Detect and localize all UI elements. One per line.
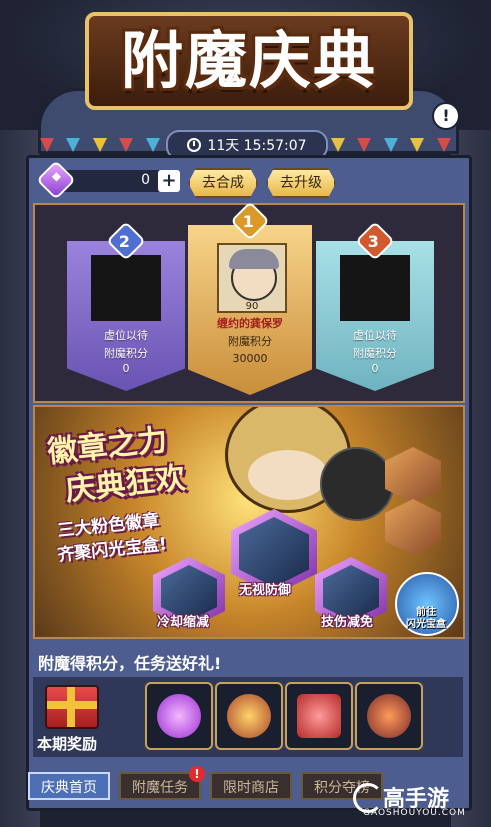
score-value: 0 xyxy=(371,362,379,375)
red-badge-icon xyxy=(367,694,411,738)
currency-bar: 0 + xyxy=(36,160,180,200)
avatar-slot-empty xyxy=(91,255,161,321)
ranking-podium: 2 虚位以待 附魔积分 0 90 1 缠约的龚保罗 附魔积分 30000 3 虚… xyxy=(33,201,465,403)
gold-badge-icon xyxy=(227,694,271,738)
rank-card-3[interactable]: 3 虚位以待 附魔积分 0 xyxy=(316,221,434,391)
player-name: 虚位以待 xyxy=(353,329,397,342)
badge-label: 冷却缩减 xyxy=(157,615,210,630)
watermark: 高手游 GAOSHOUYOU.COM xyxy=(353,781,483,821)
info-button[interactable]: ! xyxy=(432,102,460,130)
tab-home[interactable]: 庆典首页 xyxy=(28,772,110,800)
side-badge-icon xyxy=(385,499,441,555)
chest-icon xyxy=(297,694,341,738)
player-name: 虚位以待 xyxy=(104,329,148,342)
player-level: 90 xyxy=(245,301,259,312)
score-value: 0 xyxy=(122,362,130,375)
countdown-text: 11天 15:57:07 xyxy=(207,138,307,154)
reward-slogan: 附魔得积分，任务送好礼! xyxy=(38,654,222,673)
pink-badge-icon xyxy=(157,694,201,738)
event-banner[interactable]: 徽章之力 庆典狂欢 三大粉色徽章 齐聚闪光宝盒! 冷却缩减 无视防御 技伤减免 … xyxy=(33,405,465,639)
currency-value: 0 xyxy=(141,172,150,188)
score-label: 附魔积分 xyxy=(104,347,148,360)
score-label: 附魔积分 xyxy=(353,347,397,360)
compose-button[interactable]: 去合成 xyxy=(188,168,258,198)
page-title: 附魔庆典 xyxy=(85,12,413,110)
reward-item[interactable] xyxy=(285,682,353,750)
player-avatar-icon xyxy=(229,249,279,301)
rank-card-1[interactable]: 90 1 缠约的龚保罗 附魔积分 30000 xyxy=(188,201,312,395)
black-cat-illustration xyxy=(320,447,394,521)
gift-box-icon xyxy=(45,685,99,729)
badge-label: 技伤减免 xyxy=(321,615,374,630)
reward-item[interactable] xyxy=(355,682,423,750)
reward-item[interactable] xyxy=(215,682,283,750)
side-badge-icon xyxy=(385,447,441,503)
upgrade-button[interactable]: 去升级 xyxy=(266,168,336,198)
add-currency-button[interactable]: + xyxy=(158,170,180,192)
tab-shop[interactable]: 限时商店 xyxy=(210,772,292,800)
avatar-slot-empty xyxy=(340,255,410,321)
reward-label: 本期奖励 xyxy=(37,735,98,753)
flash-box-label: 前往 闪光宝盒 xyxy=(406,607,446,630)
header: 附魔庆典 11天 15:57:07 ! xyxy=(0,0,491,170)
reward-item[interactable] xyxy=(145,682,213,750)
watermark-url: GAOSHOUYOU.COM xyxy=(363,808,466,818)
notification-badge: ! xyxy=(189,766,205,782)
reward-panel: 本期奖励 xyxy=(33,677,463,757)
score-value: 30000 xyxy=(232,352,268,365)
score-label: 附魔积分 xyxy=(228,335,272,348)
badge-label: 无视防御 xyxy=(239,583,292,598)
rank-card-2[interactable]: 2 虚位以待 附魔积分 0 xyxy=(67,221,185,391)
player-name: 缠约的龚保罗 xyxy=(217,317,283,330)
clock-icon xyxy=(187,138,202,152)
avatar[interactable]: 90 xyxy=(217,243,287,313)
tab-tasks[interactable]: 附魔任务 ! xyxy=(119,766,205,800)
